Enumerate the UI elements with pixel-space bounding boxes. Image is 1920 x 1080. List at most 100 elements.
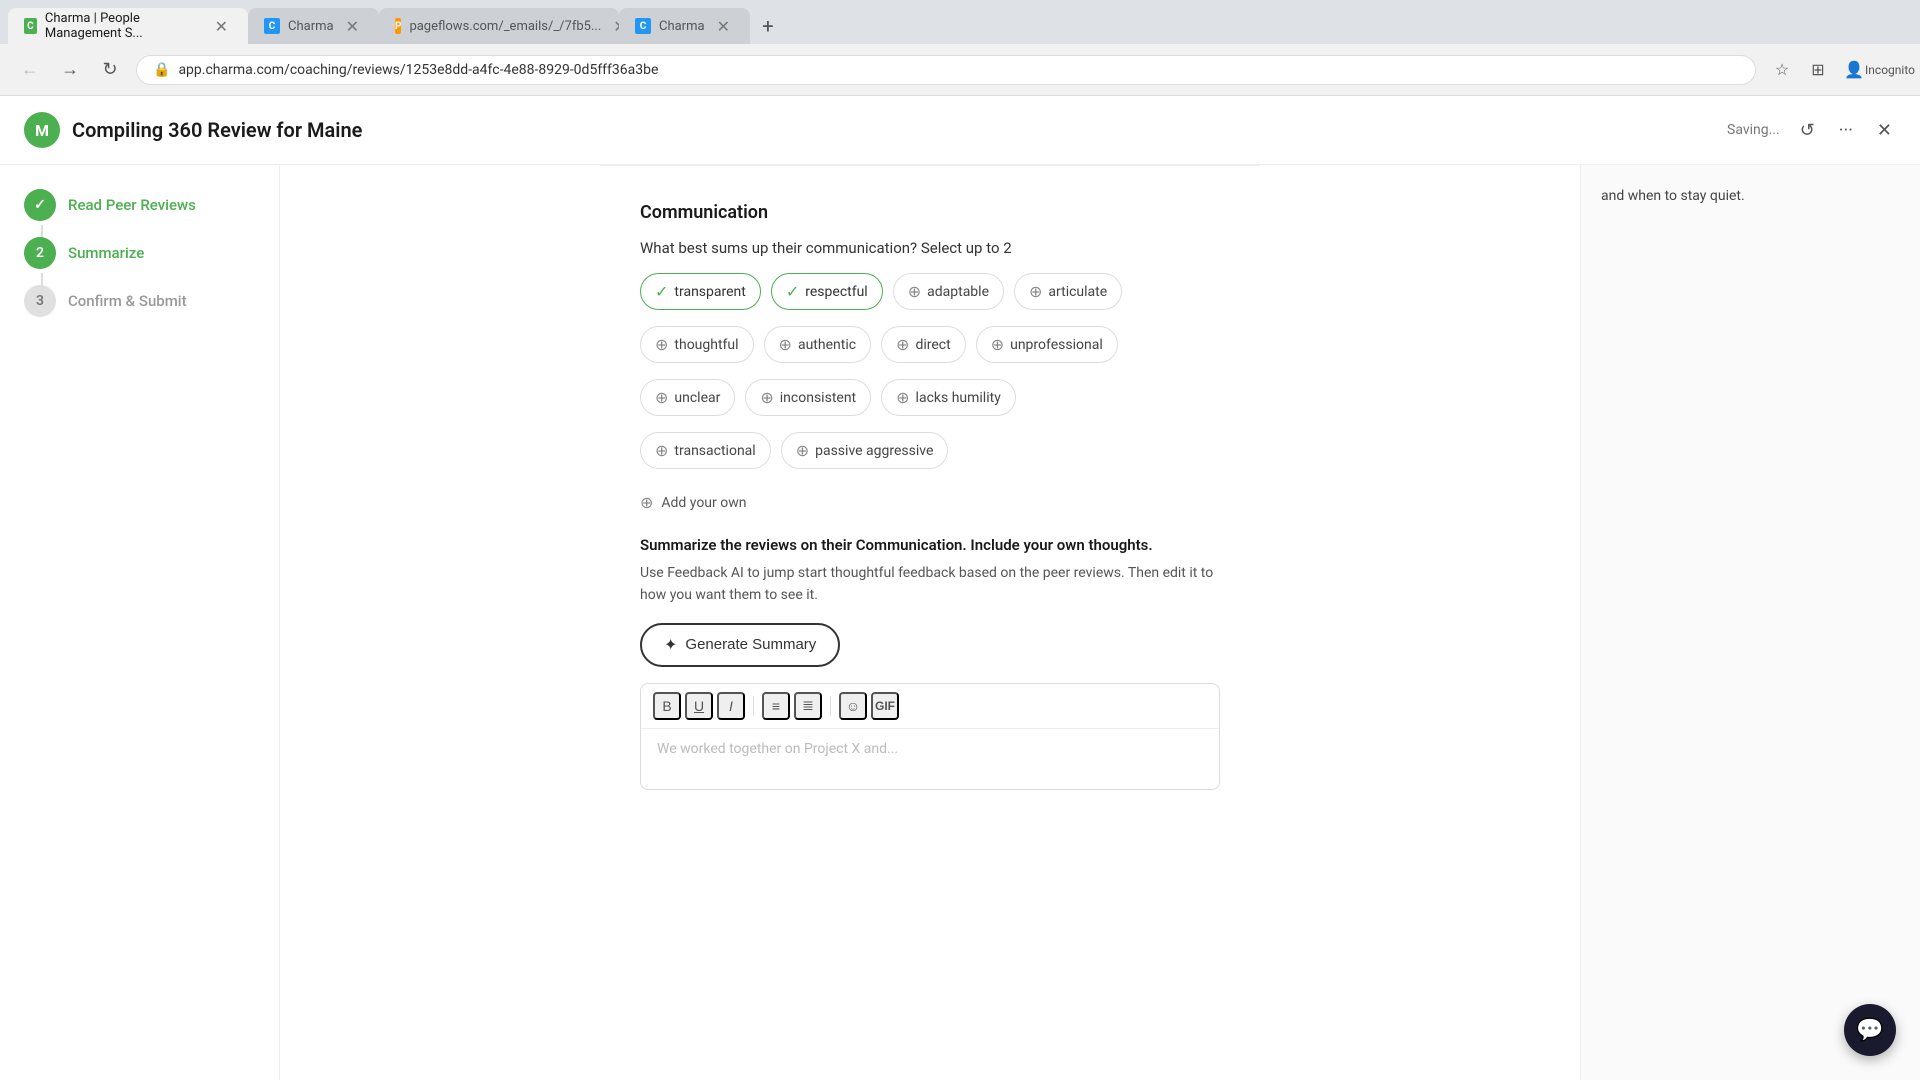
tab-favicon-1: C	[24, 18, 37, 34]
chip-direct[interactable]: ⊕ direct	[881, 326, 966, 363]
add-your-own-label: Add your own	[661, 495, 746, 511]
chip-authentic[interactable]: ⊕ authentic	[764, 326, 872, 363]
lock-icon: 🔒	[153, 62, 170, 78]
chip-label-adaptable: adaptable	[927, 284, 989, 300]
browser-bar: ← → ↻ 🔒 app.charma.com/coaching/reviews/…	[0, 44, 1920, 96]
sidebar-step-2[interactable]: 2 Summarize	[24, 237, 255, 269]
bullet-list-button[interactable]: ≡	[762, 692, 790, 720]
tab-2[interactable]: C Charma ✕	[248, 8, 379, 44]
chip-plus-icon-unclear: ⊕	[655, 388, 668, 407]
summarize-heading: Summarize the reviews on their Communica…	[600, 520, 1260, 562]
toolbar-divider-1	[753, 696, 754, 716]
chat-button[interactable]: 💬	[1844, 1004, 1896, 1056]
main-layout: ✓ Read Peer Reviews 2 Summarize 3 Confir…	[0, 165, 1920, 1080]
chip-respectful[interactable]: ✓ respectful	[771, 273, 883, 310]
chip-transparent[interactable]: ✓ transparent	[640, 273, 761, 310]
underline-button[interactable]: U	[685, 692, 713, 720]
more-options-button[interactable]: ···	[1835, 116, 1857, 145]
tab-close-2[interactable]: ✕	[342, 15, 363, 38]
chip-lacks-humility[interactable]: ⊕ lacks humility	[881, 379, 1016, 416]
chip-label-thoughtful: thoughtful	[674, 337, 738, 353]
tab-label-3: pageflows.com/_emails/_/7fb5...	[409, 19, 601, 34]
browser-tabs: C Charma | People Management S... ✕ C Ch…	[0, 0, 1920, 44]
bold-button[interactable]: B	[653, 692, 681, 720]
add-icon: ⊕	[640, 493, 653, 512]
address-bar[interactable]: 🔒 app.charma.com/coaching/reviews/1253e8…	[136, 55, 1756, 85]
extension-button[interactable]: ⊞	[1804, 56, 1832, 84]
profile-button[interactable]: 👤	[1840, 56, 1868, 84]
back-button[interactable]: ←	[16, 56, 44, 84]
add-your-own-button[interactable]: ⊕ Add your own	[600, 485, 1260, 520]
new-tab-button[interactable]: +	[750, 8, 786, 44]
page-title: Compiling 360 Review for Maine	[72, 118, 1727, 142]
reload-button[interactable]: ↻	[96, 56, 124, 84]
ordered-list-button[interactable]: ≣	[794, 692, 822, 720]
tab-close-1[interactable]: ✕	[211, 15, 232, 38]
chip-check-icon-transparent: ✓	[655, 282, 668, 301]
chip-label-transparent: transparent	[674, 284, 745, 300]
step-circle-1: ✓	[24, 189, 56, 221]
editor-placeholder: We worked together on Project X and...	[657, 741, 898, 757]
chip-plus-icon-transactional: ⊕	[655, 441, 668, 460]
emoji-button[interactable]: ☺	[839, 692, 867, 720]
chip-plus-icon-articulate: ⊕	[1029, 282, 1042, 301]
chip-label-articulate: articulate	[1048, 284, 1107, 300]
sidebar: ✓ Read Peer Reviews 2 Summarize 3 Confir…	[0, 165, 280, 1080]
content-inner: Communication What best sums up their co…	[600, 165, 1260, 830]
chip-plus-icon-adaptable: ⊕	[908, 282, 921, 301]
chips-row-2: ⊕ thoughtful ⊕ authentic ⊕ direct ⊕	[600, 326, 1260, 363]
editor-container: B U I ≡ ≣ ☺ GIF We worked together on Pr…	[640, 683, 1220, 790]
incognito-label: Incognito	[1876, 56, 1904, 84]
chip-passive-aggressive[interactable]: ⊕ passive aggressive	[781, 432, 949, 469]
section-title: Communication	[600, 182, 1260, 239]
chip-thoughtful[interactable]: ⊕ thoughtful	[640, 326, 754, 363]
chip-unclear[interactable]: ⊕ unclear	[640, 379, 735, 416]
sidebar-item-read-peer-reviews: Read Peer Reviews	[68, 196, 196, 214]
chip-label-direct: direct	[915, 337, 950, 353]
tab-favicon-2: C	[264, 18, 280, 34]
chip-adaptable[interactable]: ⊕ adaptable	[893, 273, 1004, 310]
address-text: app.charma.com/coaching/reviews/1253e8dd…	[178, 62, 658, 78]
italic-button[interactable]: I	[717, 692, 745, 720]
sidebar-step-3[interactable]: 3 Confirm & Submit	[24, 285, 255, 317]
chip-plus-icon-inconsistent: ⊕	[760, 388, 773, 407]
tab-label-1: Charma | People Management S...	[45, 11, 203, 41]
chip-label-respectful: respectful	[805, 284, 867, 300]
chip-transactional[interactable]: ⊕ transactional	[640, 432, 771, 469]
generate-summary-label: Generate Summary	[685, 636, 816, 653]
bookmark-button[interactable]: ☆	[1768, 56, 1796, 84]
chip-label-transactional: transactional	[674, 443, 755, 459]
chip-plus-icon-unprofessional: ⊕	[991, 335, 1004, 354]
chip-label-lacks-humility: lacks humility	[916, 390, 1001, 406]
editor-body[interactable]: We worked together on Project X and...	[641, 729, 1219, 789]
sidebar-item-confirm-submit: Confirm & Submit	[68, 292, 187, 310]
chip-label-unclear: unclear	[674, 390, 720, 406]
history-button[interactable]: ↺	[1796, 116, 1819, 145]
app-logo: M	[24, 112, 60, 148]
gif-button[interactable]: GIF	[871, 692, 899, 720]
chip-unprofessional[interactable]: ⊕ unprofessional	[976, 326, 1118, 363]
sidebar-step-1[interactable]: ✓ Read Peer Reviews	[24, 189, 255, 221]
close-button[interactable]: ✕	[1873, 116, 1896, 145]
chip-check-icon-respectful: ✓	[786, 282, 799, 301]
tab-label-4: Charma	[659, 19, 705, 34]
header-actions: Saving... ↺ ··· ✕	[1727, 116, 1896, 145]
tab-1[interactable]: C Charma | People Management S... ✕	[8, 8, 248, 44]
chip-plus-icon-lacks-humility: ⊕	[896, 388, 909, 407]
chip-plus-icon-authentic: ⊕	[779, 335, 792, 354]
tab-4[interactable]: C Charma ✕	[619, 8, 750, 44]
step-circle-3: 3	[24, 285, 56, 317]
chip-articulate[interactable]: ⊕ articulate	[1014, 273, 1122, 310]
content-area: Communication What best sums up their co…	[280, 165, 1580, 1080]
chip-label-authentic: authentic	[798, 337, 856, 353]
chip-label-inconsistent: inconsistent	[780, 390, 856, 406]
tab-close-4[interactable]: ✕	[713, 15, 734, 38]
tab-favicon-3: P	[395, 18, 401, 34]
generate-summary-button[interactable]: ✦ Generate Summary	[640, 623, 840, 667]
chip-inconsistent[interactable]: ⊕ inconsistent	[745, 379, 871, 416]
chips-row-3: ⊕ unclear ⊕ inconsistent ⊕ lacks humilit…	[600, 379, 1260, 416]
chips-row-1: ✓ transparent ✓ respectful ⊕ adaptable	[600, 273, 1260, 310]
forward-button[interactable]: →	[56, 56, 84, 84]
chip-plus-icon-direct: ⊕	[896, 335, 909, 354]
tab-3[interactable]: P pageflows.com/_emails/_/7fb5... ✕	[379, 8, 619, 44]
